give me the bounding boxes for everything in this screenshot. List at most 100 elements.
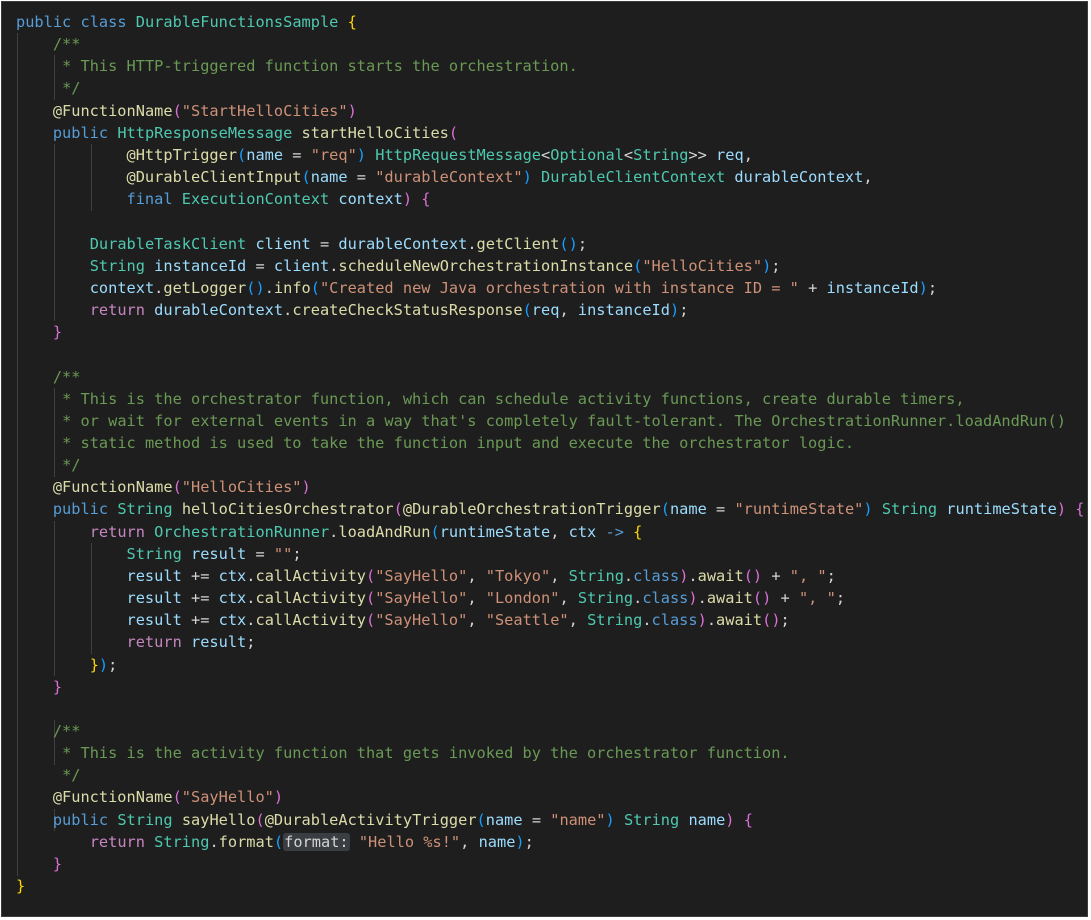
code-token: await: [716, 611, 763, 630]
code-line[interactable]: * This is the orchestrator function, whi…: [16, 388, 1084, 410]
code-token: (): [752, 589, 772, 608]
code-token: =: [706, 500, 735, 519]
code-token: result: [126, 589, 182, 608]
code-line[interactable]: ​: [16, 210, 1084, 232]
code-token: {: [347, 13, 357, 31]
code-token: {: [1075, 500, 1085, 519]
code-token: result: [126, 566, 182, 585]
code-token: @DurableOrchestrationTrigger: [402, 500, 661, 519]
code-line[interactable]: String instanceId = client.scheduleNewOr…: [16, 255, 1084, 277]
code-token: (: [310, 278, 320, 297]
code-token: .: [154, 278, 164, 297]
code-token: ;: [826, 566, 836, 585]
code-line[interactable]: */: [16, 764, 1084, 786]
code-line[interactable]: return OrchestrationRunner.loadAndRun(ru…: [16, 521, 1084, 543]
code-line[interactable]: DurableTaskClient client = durableContex…: [16, 233, 1084, 255]
code-token: result: [126, 611, 182, 630]
code-line[interactable]: result += ctx. callActivity("SayHello", "…: [16, 609, 1084, 631]
code-editor[interactable]: public class DurableFunctionsSample { /*…: [1, 1, 1088, 917]
code-line[interactable]: public HttpResponseMessage startHelloCit…: [16, 122, 1084, 144]
code-line[interactable]: @FunctionName("SayHello"): [16, 786, 1084, 808]
code-line[interactable]: return result;: [16, 631, 1084, 653]
code-token: */: [62, 79, 81, 98]
code-token: (): [743, 566, 763, 585]
code-token: ): [688, 589, 698, 608]
code-token: .: [688, 566, 698, 585]
code-line[interactable]: }: [16, 676, 1084, 698]
code-token: ;: [835, 589, 846, 608]
code-content[interactable]: public class DurableFunctionsSample { /*…: [16, 11, 1084, 897]
code-token: durableContext: [734, 168, 864, 187]
code-line[interactable]: ​: [16, 343, 1084, 365]
code-line[interactable]: */: [16, 454, 1084, 476]
code-token: }: [52, 323, 63, 342]
code-line[interactable]: * static method is used to take the func…: [16, 432, 1084, 454]
code-token: (: [448, 123, 459, 142]
code-token: "HelloCities": [181, 478, 302, 497]
code-token: ): [347, 101, 357, 120]
code-line[interactable]: result += ctx. callActivity("SayHello", "…: [16, 587, 1084, 609]
code-token: .: [623, 566, 634, 585]
code-line[interactable]: /**: [16, 720, 1084, 742]
code-token: ctx: [218, 566, 247, 585]
code-line[interactable]: public String sayHello(@DurableActivityT…: [16, 809, 1084, 831]
code-token: "req": [310, 145, 357, 164]
code-line[interactable]: @FunctionName("HelloCities"): [16, 476, 1084, 498]
code-token: ): [273, 788, 284, 807]
code-token: ): [98, 655, 109, 674]
code-token: HttpResponseMessage: [117, 123, 293, 142]
code-token: * This is the activity function that get…: [62, 744, 790, 763]
code-token: "London": [485, 589, 560, 608]
code-token: sayHello: [181, 810, 256, 829]
code-line[interactable]: @HttpTrigger(name = "req") HttpRequestMe…: [16, 144, 1084, 166]
code-line[interactable]: * This is the activity function that get…: [16, 742, 1084, 764]
code-line[interactable]: /**: [16, 33, 1084, 55]
code-token: name: [246, 145, 284, 164]
code-line[interactable]: final ExecutionContext context) {: [16, 188, 1084, 210]
code-token: ): [725, 810, 735, 829]
code-token: }: [89, 655, 99, 674]
code-line[interactable]: }: [16, 321, 1084, 343]
code-line[interactable]: });: [16, 654, 1084, 676]
code-token: <: [541, 145, 551, 164]
code-token: DurableClientContext: [541, 168, 726, 187]
code-token: public: [52, 123, 109, 142]
code-line[interactable]: public String helloCitiesOrchestrator(@D…: [16, 498, 1085, 520]
code-line[interactable]: result += ctx. callActivity("SayHello", "…: [16, 565, 1084, 587]
code-line[interactable]: * or wait for external events in a way t…: [16, 410, 1084, 432]
code-token: ;: [292, 544, 302, 563]
code-line[interactable]: return String.format(format: "Hello %s!"…: [16, 831, 1084, 853]
code-token: ->: [605, 522, 624, 541]
code-token: {: [743, 810, 753, 829]
code-line[interactable]: ​: [16, 698, 1084, 720]
code-token: */: [62, 456, 81, 475]
code-line[interactable]: */: [16, 77, 1084, 99]
code-line[interactable]: return durableContext.createCheckStatusR…: [16, 299, 1084, 321]
code-line[interactable]: String result = "";: [16, 543, 1084, 565]
code-line[interactable]: }: [16, 853, 1084, 875]
code-line[interactable]: }: [16, 875, 1084, 897]
code-line[interactable]: @DurableClientInput(name = "durableConte…: [16, 166, 1084, 188]
code-token: instanceId: [577, 301, 670, 320]
code-line[interactable]: /**: [16, 366, 1084, 388]
code-line[interactable]: context.getLogger().info("Created new Ja…: [16, 277, 1084, 299]
code-token: (: [273, 832, 284, 851]
code-token: String: [633, 145, 689, 164]
code-line[interactable]: * This HTTP-triggered function starts th…: [16, 55, 1084, 77]
code-line[interactable]: public class DurableFunctionsSample {: [16, 11, 1084, 33]
code-line[interactable]: @FunctionName("StartHelloCities"): [16, 100, 1084, 122]
